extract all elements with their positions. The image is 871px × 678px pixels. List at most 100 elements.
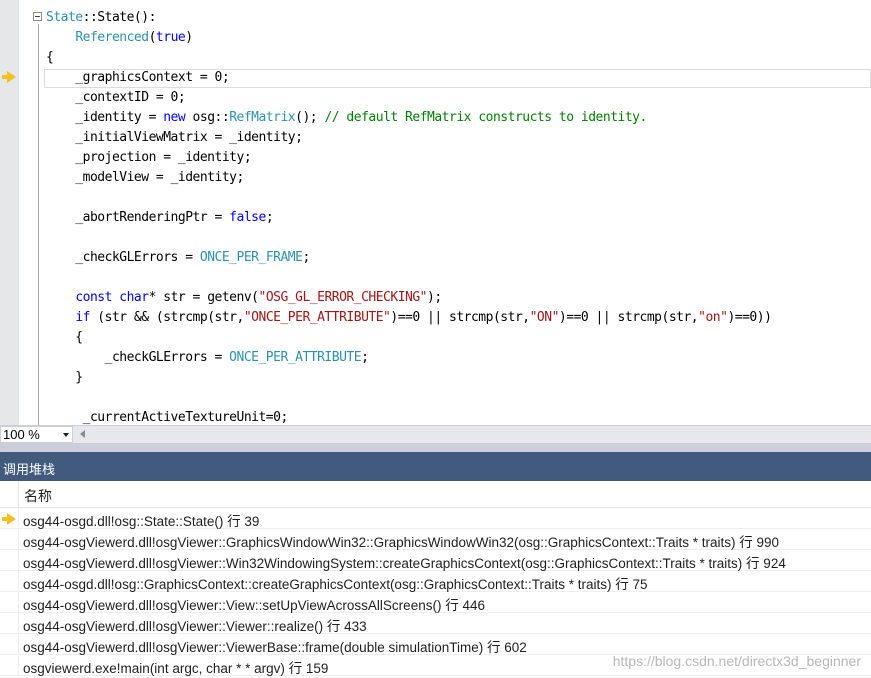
row-gutter [0,529,19,550]
code-token: "OSG_GL_ERROR_CHECKING" [258,290,428,305]
code-line[interactable]: { [46,48,771,68]
code-text[interactable]: State::State(): Referenced(true){ _graph… [46,8,772,425]
code-token: osg:: [185,110,230,125]
code-token: )==0 || strcmp(str, [558,310,699,325]
current-frame-arrow-icon [2,513,16,525]
code-line[interactable] [46,188,771,208]
call-stack-frame-text: osg44-osgViewerd.dll!osgViewer::Viewer::… [23,619,367,634]
code-token: { [46,330,83,345]
code-token: ONCE_PER_FRAME [199,250,303,265]
column-header-name[interactable]: 名称 [24,486,52,506]
row-gutter [0,508,19,529]
code-token: (str && (strcmp(str, [89,310,244,325]
code-token: false [229,210,266,225]
row-gutter [0,655,19,676]
call-stack-row[interactable]: osg44-osgViewerd.dll!osgViewer::ViewerBa… [0,634,871,655]
code-token: _currentActiveTextureUnit=0; [46,410,289,425]
code-token: _checkGLErrors = [46,250,200,265]
code-line[interactable] [46,268,771,288]
code-token: Referenced [75,30,149,45]
code-token: _initialViewMatrix = _identity; [46,130,303,145]
code-line[interactable]: { [46,328,771,348]
call-stack-list: osg44-osgd.dll!osg::State::State() 行 39o… [0,508,871,676]
row-gutter [0,592,19,613]
code-token: ( [148,30,157,45]
call-stack-panel: 名称 osg44-osgd.dll!osg::State::State() 行 … [0,481,871,678]
code-line[interactable] [46,388,771,408]
scroll-left-icon[interactable] [80,430,85,438]
code-token: true [155,30,186,45]
code-token: if [75,310,90,325]
call-stack-row[interactable]: osg44-osgd.dll!osg::GraphicsContext::cre… [0,571,871,592]
call-stack-frame-text: osg44-osgViewerd.dll!osgViewer::Win32Win… [23,556,786,571]
code-token: ::State(): [82,10,157,25]
row-gutter [0,613,19,634]
call-stack-frame-text: osg44-osgViewerd.dll!osgViewer::Graphics… [23,535,780,550]
code-line[interactable]: if (str && (strcmp(str,"ONCE_PER_ATTRIBU… [46,308,772,328]
code-token: ); [427,290,442,305]
code-line[interactable]: _graphicsContext = 0; [46,68,771,88]
call-stack-row[interactable]: osg44-osgd.dll!osg::State::State() 行 39 [0,508,871,529]
code-token: ; [265,210,274,225]
code-line[interactable]: _modelView = _identity; [46,168,771,188]
code-token: new [163,110,186,125]
call-stack-frame-text: osgviewerd.exe!main(int argc, char * * a… [23,661,329,676]
zoom-dropdown[interactable]: 100 % [0,426,73,443]
code-token: ; [361,350,369,365]
code-line[interactable]: _checkGLErrors = ONCE_PER_FRAME; [46,248,771,268]
code-token: State [46,10,83,25]
collapse-box-icon[interactable] [33,12,42,21]
zoom-value: 100 % [3,427,40,442]
code-token: char [119,290,149,305]
code-token: _identity = [46,110,164,125]
code-token: * str = getenv( [148,290,259,305]
column-header-row: 名称 [0,481,871,508]
code-line[interactable] [46,228,771,248]
row-gutter [0,571,19,592]
column-header-gutter [0,481,19,508]
code-token: "on" [698,310,728,325]
current-statement-arrow-icon [2,71,16,83]
code-line[interactable]: _contextID = 0; [46,88,771,108]
call-stack-row[interactable]: osg44-osgViewerd.dll!osgViewer::View::se… [0,592,871,613]
code-editor[interactable]: State::State(): Referenced(true){ _graph… [0,0,871,425]
code-line[interactable]: const char* str = getenv("OSG_GL_ERROR_C… [46,288,771,308]
call-stack-frame-text: osg44-osgd.dll!osg::GraphicsContext::cre… [23,577,648,592]
code-token: _checkGLErrors = [46,350,230,365]
code-token: "ON" [529,310,560,325]
code-token: "ONCE_PER_ATTRIBUTE" [243,310,391,325]
code-line[interactable]: _abortRenderingPtr = false; [46,208,771,228]
code-token: )==0)) [727,310,772,325]
code-line[interactable]: _currentActiveTextureUnit=0; [46,408,771,425]
horizontal-scrollbar[interactable] [92,430,871,439]
call-stack-row[interactable]: osg44-osgViewerd.dll!osgViewer::Viewer::… [0,613,871,634]
code-line[interactable]: State::State(): [46,8,771,28]
code-token: _abortRenderingPtr = [46,210,230,225]
code-token: _projection = _identity; [46,150,252,165]
call-stack-header[interactable]: 调用堆栈 [0,452,871,481]
call-stack-frame-text: osg44-osgViewerd.dll!osgViewer::View::se… [23,598,485,613]
call-stack-frame-text: osg44-osgd.dll!osg::State::State() 行 39 [23,514,260,529]
call-stack-row[interactable]: osg44-osgViewerd.dll!osgViewer::Graphics… [0,529,871,550]
editor-indicator-margin[interactable] [0,0,19,425]
code-line[interactable]: } [46,368,771,388]
code-token: ONCE_PER_ATTRIBUTE [229,350,362,365]
chevron-down-icon [63,433,69,437]
code-line[interactable]: _checkGLErrors = ONCE_PER_ATTRIBUTE; [46,348,771,368]
code-line[interactable]: _projection = _identity; [46,148,771,168]
watermark: https://blog.csdn.net/directx3d_beginner [612,653,861,669]
call-stack-frame-text: osg44-osgViewerd.dll!osgViewer::ViewerBa… [23,640,527,655]
code-line[interactable]: _initialViewMatrix = _identity; [46,128,771,148]
fold-rail [38,24,39,425]
code-line[interactable]: _identity = new osg::RefMatrix(); // def… [46,108,771,128]
panel-title: 调用堆栈 [3,462,56,477]
code-token: _graphicsContext = 0; [46,70,230,85]
code-line[interactable]: Referenced(true) [46,28,771,48]
code-token: // default RefMatrix constructs to ident… [324,110,647,125]
code-token: { [46,50,54,65]
code-token: const [75,290,112,305]
call-stack-row[interactable]: osg44-osgViewerd.dll!osgViewer::Win32Win… [0,550,871,571]
